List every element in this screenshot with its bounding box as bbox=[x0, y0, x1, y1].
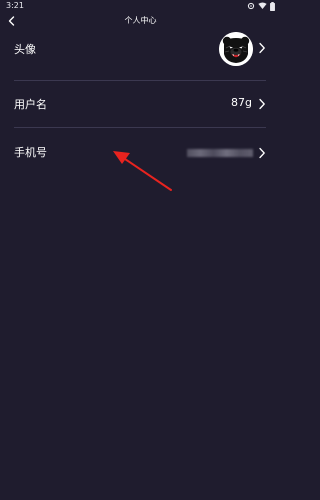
battery-icon bbox=[270, 1, 275, 11]
header: 个人中心 bbox=[0, 12, 281, 30]
avatar-label: 头像 bbox=[14, 43, 36, 56]
chevron-right-icon bbox=[259, 147, 265, 159]
phone-row[interactable]: 手机号 bbox=[14, 139, 266, 167]
chevron-right-icon bbox=[259, 98, 265, 110]
status-bar: 3:21 bbox=[0, 0, 281, 12]
divider bbox=[14, 127, 266, 128]
avatar bbox=[219, 32, 253, 66]
avatar-row[interactable]: 头像 bbox=[14, 30, 266, 74]
bear-logo-icon bbox=[219, 32, 253, 66]
phone-value-masked bbox=[187, 149, 253, 157]
divider bbox=[14, 80, 266, 81]
username-row[interactable]: 用户名 87g bbox=[14, 91, 266, 119]
annotation-arrow bbox=[113, 151, 172, 191]
settings-icon bbox=[247, 2, 255, 10]
status-time: 3:21 bbox=[6, 1, 24, 10]
phone-label: 手机号 bbox=[14, 146, 47, 159]
username-label: 用户名 bbox=[14, 98, 47, 111]
username-value: 87g bbox=[231, 96, 252, 109]
page-title: 个人中心 bbox=[124, 16, 157, 25]
status-icons bbox=[247, 1, 275, 11]
chevron-right-icon bbox=[259, 42, 265, 54]
wifi-icon bbox=[258, 2, 267, 9]
